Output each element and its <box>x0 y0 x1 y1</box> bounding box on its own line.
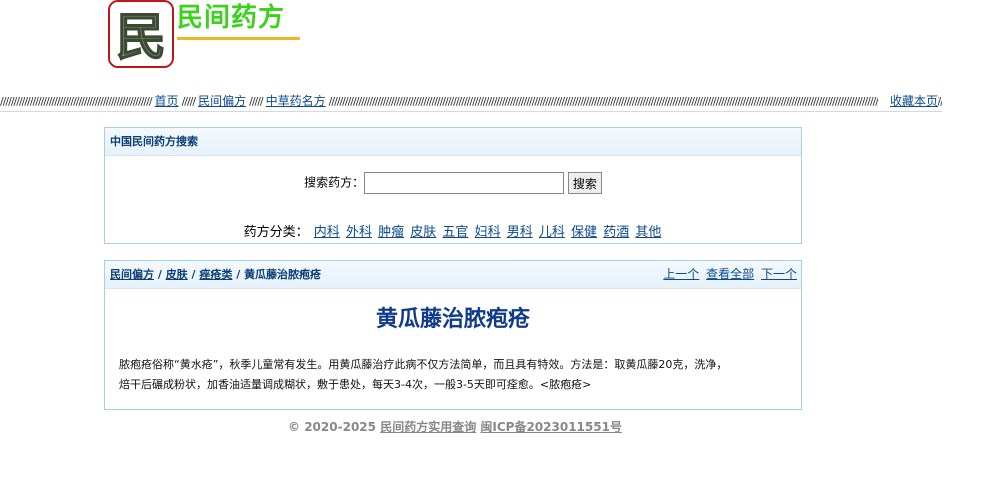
site-title[interactable]: 民间药方 <box>177 2 285 34</box>
category-link-health[interactable]: 保健 <box>571 225 597 240</box>
prev-link[interactable]: 上一个 <box>663 267 699 281</box>
search-input[interactable] <box>364 172 565 194</box>
category-link-surgery[interactable]: 外科 <box>346 225 372 240</box>
pager: 上一个 查看全部 下一个 <box>660 261 797 288</box>
category-label: 药方分类： <box>243 225 309 240</box>
footer-site-link[interactable]: 民间药方实用查询 <box>380 420 476 434</box>
nav-decoration: ////////////////////////////////////////… <box>328 95 942 108</box>
nav-decoration: ////////////////////////////////////////… <box>0 95 153 108</box>
category-link-skin[interactable]: 皮肤 <box>410 225 436 240</box>
nav-links: ////////////////////////////////////////… <box>0 93 942 110</box>
article-title: 黄瓜藤治脓疱疮 <box>375 307 530 332</box>
logo-icon: 民 <box>110 2 172 66</box>
category-link-tumor[interactable]: 肿瘤 <box>378 225 404 240</box>
breadcrumb-link[interactable]: 皮肤 <box>166 268 188 281</box>
nav-separator: ///// <box>181 95 196 108</box>
site-header: 民 民间药方 <box>0 0 994 90</box>
footer: © 2020-2025 民间药方实用查询 闽ICP备2023011551号 <box>0 418 910 435</box>
search-button[interactable]: 搜索 <box>567 172 602 194</box>
search-row: 搜索药方： 搜索 <box>105 172 801 194</box>
breadcrumb-separator: / <box>154 268 166 281</box>
category-link-internal[interactable]: 内科 <box>314 225 340 240</box>
breadcrumb-separator: / <box>232 268 245 281</box>
article-paragraph-line: 焙干后碾成粉状，加香油适量调成糊状，敷于患处，每天3-4次，一般3-5天即可痊愈… <box>119 378 592 391</box>
nav-bar: ////////////////////////////////////////… <box>0 91 942 112</box>
category-link-ent[interactable]: 五官 <box>442 225 468 240</box>
nav-herbal-link[interactable]: 中草药名方 <box>266 94 326 108</box>
breadcrumb: 民间偏方 / 皮肤 / 痤疮类 / 黄瓜藤治脓疱疮 <box>110 268 321 281</box>
category-link-pediatrics[interactable]: 儿科 <box>539 225 565 240</box>
article-body: 脓疱疮俗称“黄水疮”，秋季儿童常有发生。用黄瓜藤治疗此病不仅方法简单，而且具有特… <box>105 335 801 395</box>
breadcrumb-separator: / <box>187 268 200 281</box>
bookmark-link[interactable]: 收藏本页 <box>877 93 938 109</box>
search-label: 搜索药方： <box>304 175 365 190</box>
category-link-andrology[interactable]: 男科 <box>507 225 533 240</box>
category-row: 药方分类： 内科 外科 肿瘤 皮肤 五官 妇科 男科 儿科 保健 药酒 其他 <box>105 221 801 240</box>
search-panel: 中国民间药方搜索 搜索药方： 搜索 药方分类： 内科 外科 肿瘤 皮肤 五官 妇… <box>104 127 802 244</box>
category-link-other[interactable]: 其他 <box>635 225 661 240</box>
view-all-link[interactable]: 查看全部 <box>706 267 754 281</box>
footer-icp-link[interactable]: 闽ICP备2023011551号 <box>480 420 622 434</box>
logo-char: 民 <box>116 7 166 66</box>
category-link-gynecology[interactable]: 妇科 <box>475 225 501 240</box>
next-link[interactable]: 下一个 <box>761 267 797 281</box>
breadcrumb-link[interactable]: 民间偏方 <box>110 268 154 281</box>
footer-copyright: © 2020-2025 <box>288 420 376 434</box>
nav-home-link[interactable]: 首页 <box>155 94 179 108</box>
article-paragraph-line: 脓疱疮俗称“黄水疮”，秋季儿童常有发生。用黄瓜藤治疗此病不仅方法简单，而且具有特… <box>119 358 728 371</box>
nav-separator: ///// <box>249 95 263 108</box>
category-link-medicinal-wine[interactable]: 药酒 <box>603 225 629 240</box>
article-panel-heading: 民间偏方 / 皮肤 / 痤疮类 / 黄瓜藤治脓疱疮 上一个 查看全部 下一个 <box>105 261 801 289</box>
search-panel-heading: 中国民间药方搜索 <box>105 128 801 156</box>
breadcrumb-current: 黄瓜藤治脓疱疮 <box>244 268 322 281</box>
title-underline <box>177 37 300 40</box>
nav-folk-remedies-link[interactable]: 民间偏方 <box>198 94 246 108</box>
site-logo[interactable]: 民 <box>108 0 174 68</box>
article-panel: 民间偏方 / 皮肤 / 痤疮类 / 黄瓜藤治脓疱疮 上一个 查看全部 下一个 黄… <box>104 260 802 410</box>
breadcrumb-link[interactable]: 痤疮类 <box>199 268 232 281</box>
